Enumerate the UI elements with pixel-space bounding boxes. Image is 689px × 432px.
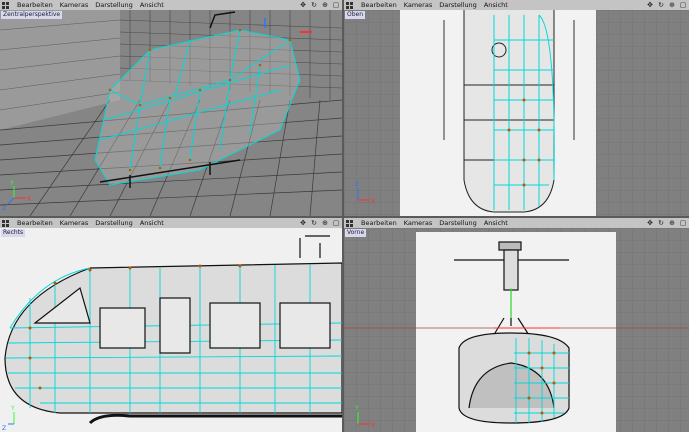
- viewport-splitter-horizontal[interactable]: [0, 216, 689, 218]
- viewport-menubar: Bearbeiten Kameras Darstellung Ansicht ✥…: [0, 0, 342, 10]
- viewport-top[interactable]: Bearbeiten Kameras Darstellung Ansicht ✥…: [344, 0, 689, 216]
- menu-darstellung[interactable]: Darstellung: [439, 0, 477, 10]
- axis-y-label: Y: [10, 405, 15, 412]
- menu-kameras[interactable]: Kameras: [404, 0, 433, 10]
- maximize-icon[interactable]: ▢: [679, 219, 687, 227]
- axis-z-label: Z: [2, 425, 6, 432]
- menu-bearbeiten[interactable]: Bearbeiten: [17, 218, 53, 228]
- menu-ansicht[interactable]: Ansicht: [140, 0, 164, 10]
- viewport-title: Oben: [345, 11, 366, 19]
- menu-bearbeiten[interactable]: Bearbeiten: [361, 0, 397, 10]
- viewport-menubar: Bearbeiten Kameras Darstellung Ansicht ✥…: [344, 218, 689, 228]
- viewport-perspective[interactable]: Bearbeiten Kameras Darstellung Ansicht ✥…: [0, 0, 342, 216]
- rotate-icon[interactable]: ↻: [310, 1, 318, 9]
- viewport-grid-icon[interactable]: [346, 1, 354, 9]
- menu-darstellung[interactable]: Darstellung: [95, 0, 133, 10]
- move-icon[interactable]: ✥: [646, 219, 654, 227]
- maximize-icon[interactable]: ▢: [679, 1, 687, 9]
- zoom-icon[interactable]: ⊕: [668, 1, 676, 9]
- viewport-menubar: Bearbeiten Kameras Darstellung Ansicht ✥…: [0, 218, 342, 228]
- perspective-canvas[interactable]: Y X Z: [0, 10, 342, 216]
- zoom-icon[interactable]: ⊕: [321, 1, 329, 9]
- top-canvas[interactable]: Z X: [344, 10, 689, 216]
- rotate-icon[interactable]: ↻: [657, 1, 665, 9]
- menu-bearbeiten[interactable]: Bearbeiten: [361, 218, 397, 228]
- menu-kameras[interactable]: Kameras: [60, 218, 89, 228]
- menu-bearbeiten[interactable]: Bearbeiten: [17, 0, 53, 10]
- viewport-grid-icon[interactable]: [346, 219, 354, 227]
- viewport-grid-icon[interactable]: [2, 1, 10, 9]
- rotate-icon[interactable]: ↻: [657, 219, 665, 227]
- axis-y-label: Y: [9, 180, 14, 187]
- axis-x-label: X: [27, 196, 31, 203]
- axis-z-label: Z: [355, 181, 359, 188]
- viewport-grid-icon[interactable]: [2, 219, 10, 227]
- move-icon[interactable]: ✥: [646, 1, 654, 9]
- viewport-right[interactable]: Bearbeiten Kameras Darstellung Ansicht ✥…: [0, 218, 342, 432]
- axis-x-label: X: [371, 198, 375, 205]
- maximize-icon[interactable]: ▢: [332, 219, 340, 227]
- menu-darstellung[interactable]: Darstellung: [95, 218, 133, 228]
- viewport-title: Vorne: [345, 229, 367, 237]
- viewport-front[interactable]: Bearbeiten Kameras Darstellung Ansicht ✥…: [344, 218, 689, 432]
- zoom-icon[interactable]: ⊕: [668, 219, 676, 227]
- viewport-menubar: Bearbeiten Kameras Darstellung Ansicht ✥…: [344, 0, 689, 10]
- move-icon[interactable]: ✥: [299, 219, 307, 227]
- axis-y-label: Y: [354, 405, 359, 412]
- front-fuselage: [458, 332, 570, 424]
- menu-kameras[interactable]: Kameras: [404, 218, 433, 228]
- viewport-controls: ✥ ↻ ⊕ ▢: [646, 219, 687, 227]
- menu-ansicht[interactable]: Ansicht: [484, 0, 508, 10]
- maximize-icon[interactable]: ▢: [332, 1, 340, 9]
- axis-x-label: X: [371, 422, 375, 429]
- viewport-controls: ✥ ↻ ⊕ ▢: [646, 1, 687, 9]
- cinema4d-four-view-layout: Bearbeiten Kameras Darstellung Ansicht ✥…: [0, 0, 689, 432]
- front-canvas[interactable]: Y X: [344, 228, 689, 432]
- viewport-controls: ✥ ↻ ⊕ ▢: [299, 219, 340, 227]
- rotate-icon[interactable]: ↻: [310, 219, 318, 227]
- viewport-title: Rechts: [1, 229, 26, 237]
- menu-darstellung[interactable]: Darstellung: [439, 218, 477, 228]
- zoom-icon[interactable]: ⊕: [321, 219, 329, 227]
- viewport-controls: ✥ ↻ ⊕ ▢: [299, 1, 340, 9]
- menu-ansicht[interactable]: Ansicht: [140, 218, 164, 228]
- menu-kameras[interactable]: Kameras: [60, 0, 89, 10]
- right-canvas[interactable]: Y Z: [0, 228, 342, 432]
- move-icon[interactable]: ✥: [299, 1, 307, 9]
- axis-z-label: Z: [2, 205, 6, 212]
- menu-ansicht[interactable]: Ansicht: [484, 218, 508, 228]
- viewport-title: Zentralperspektive: [1, 11, 63, 19]
